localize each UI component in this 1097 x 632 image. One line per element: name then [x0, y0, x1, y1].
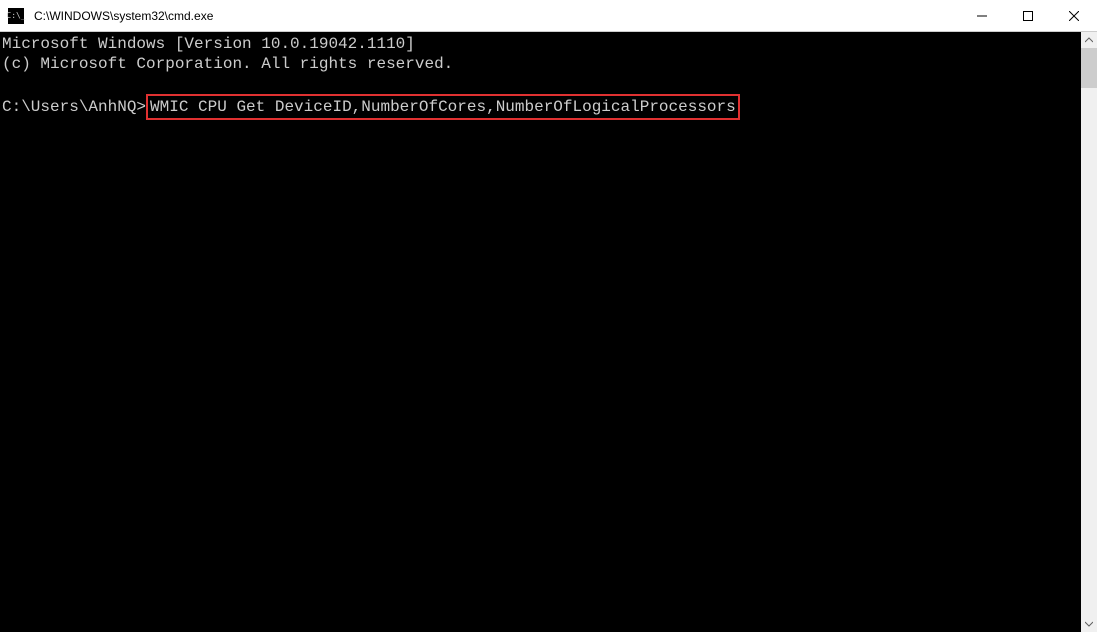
scrollbar: [1081, 32, 1097, 632]
scroll-up-button[interactable]: [1081, 32, 1097, 48]
terminal-body[interactable]: Microsoft Windows [Version 10.0.19042.11…: [0, 32, 1097, 632]
terminal-line-version: Microsoft Windows [Version 10.0.19042.11…: [2, 35, 415, 53]
cmd-window: C:\_ C:\WINDOWS\system32\cmd.exe Microso…: [0, 0, 1097, 632]
scroll-thumb[interactable]: [1081, 48, 1097, 88]
terminal-line-copyright: (c) Microsoft Corporation. All rights re…: [2, 55, 453, 73]
minimize-button[interactable]: [959, 0, 1005, 31]
cmd-icon: C:\_: [8, 8, 24, 24]
close-icon: [1069, 11, 1079, 21]
terminal-command-highlighted: WMIC CPU Get DeviceID,NumberOfCores,Numb…: [146, 94, 740, 120]
window-title: C:\WINDOWS\system32\cmd.exe: [32, 9, 959, 23]
minimize-icon: [977, 11, 987, 21]
title-bar: C:\_ C:\WINDOWS\system32\cmd.exe: [0, 0, 1097, 32]
scroll-track[interactable]: [1081, 48, 1097, 616]
window-controls: [959, 0, 1097, 31]
terminal-content: Microsoft Windows [Version 10.0.19042.11…: [0, 32, 1097, 120]
chevron-down-icon: [1085, 620, 1093, 628]
maximize-icon: [1023, 11, 1033, 21]
terminal-prompt: C:\Users\AnhNQ>: [2, 98, 146, 116]
maximize-button[interactable]: [1005, 0, 1051, 31]
close-button[interactable]: [1051, 0, 1097, 31]
scroll-down-button[interactable]: [1081, 616, 1097, 632]
cmd-icon-text: C:\_: [6, 12, 25, 20]
chevron-up-icon: [1085, 36, 1093, 44]
